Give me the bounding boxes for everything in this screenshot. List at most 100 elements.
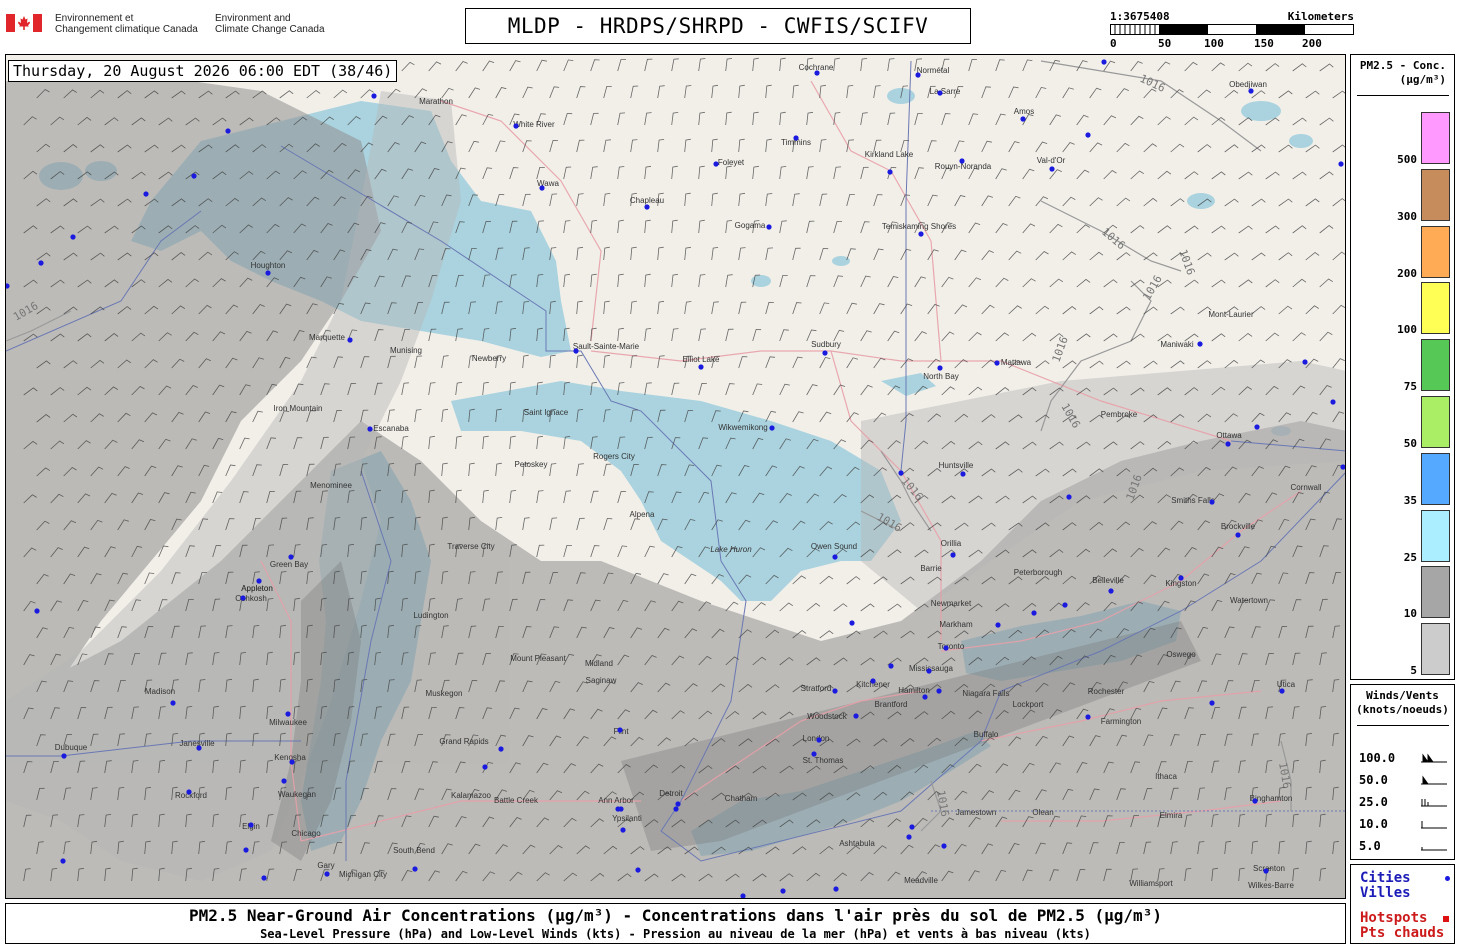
city-dot[interactable] [513, 123, 519, 129]
city-dot[interactable] [265, 270, 271, 276]
city-dot[interactable] [1101, 59, 1107, 65]
city-dot[interactable] [740, 893, 746, 898]
city-dot[interactable] [186, 789, 192, 795]
city-dot[interactable] [1178, 575, 1184, 581]
city-dot[interactable] [1020, 116, 1026, 122]
city-dot[interactable] [60, 858, 66, 864]
city-dot[interactable] [888, 663, 894, 669]
city-dot[interactable] [573, 348, 579, 354]
city-dot[interactable] [498, 746, 504, 752]
city-dot[interactable] [1302, 359, 1308, 365]
city-dot[interactable] [61, 753, 67, 759]
city-dot[interactable] [196, 745, 202, 751]
city-dot[interactable] [288, 554, 294, 560]
city-dot[interactable] [644, 204, 650, 210]
city-dot[interactable] [1108, 588, 1114, 594]
city-dot[interactable] [811, 751, 817, 757]
city-dot[interactable] [960, 471, 966, 477]
city-dot[interactable] [915, 72, 921, 78]
city-dot[interactable] [941, 843, 947, 849]
city-dot[interactable] [620, 827, 626, 833]
city-dot[interactable] [936, 688, 942, 694]
city-dot[interactable] [1209, 700, 1215, 706]
city-dot[interactable] [870, 678, 876, 684]
city-dot[interactable] [539, 185, 545, 191]
city-dot[interactable] [793, 135, 799, 141]
city-dot[interactable] [833, 886, 839, 892]
city-dot[interactable] [1225, 441, 1231, 447]
city-dot[interactable] [926, 668, 932, 674]
city-dot[interactable] [1066, 494, 1072, 500]
city-dot[interactable] [959, 158, 965, 164]
city-dot[interactable] [814, 70, 820, 76]
city-dot[interactable] [1085, 714, 1091, 720]
city-dot[interactable] [1330, 399, 1336, 405]
city-dot[interactable] [1049, 166, 1055, 172]
city-dot[interactable] [635, 867, 641, 873]
city-dot[interactable] [324, 871, 330, 877]
city-dot[interactable] [937, 90, 943, 96]
city-dot[interactable] [1263, 868, 1269, 874]
city-dot[interactable] [170, 700, 176, 706]
city-dot[interactable] [832, 554, 838, 560]
city-dot[interactable] [1062, 602, 1068, 608]
city-dot[interactable] [617, 727, 623, 733]
city-dot[interactable] [766, 224, 772, 230]
city-dot[interactable] [887, 169, 893, 175]
city-dot[interactable] [38, 260, 44, 266]
city-dot[interactable] [347, 337, 353, 343]
city-dot[interactable] [70, 234, 76, 240]
city-dot[interactable] [1085, 132, 1091, 138]
city-dot[interactable] [918, 231, 924, 237]
city-dot[interactable] [240, 595, 246, 601]
city-dot[interactable] [1197, 341, 1203, 347]
city-dot[interactable] [943, 645, 949, 651]
city-dot[interactable] [1340, 464, 1345, 470]
city-dot[interactable] [1252, 798, 1258, 804]
city-dot[interactable] [909, 824, 915, 830]
city-dot[interactable] [261, 875, 267, 881]
city-dot[interactable] [937, 365, 943, 371]
city-dot[interactable] [191, 173, 197, 179]
city-dot[interactable] [995, 622, 1001, 628]
city-dot[interactable] [256, 578, 262, 584]
city-dot[interactable] [713, 161, 719, 167]
city-dot[interactable] [1338, 161, 1344, 167]
city-dot[interactable] [1031, 610, 1037, 616]
city-dot[interactable] [243, 847, 249, 853]
city-dot[interactable] [225, 128, 231, 134]
city-dot[interactable] [675, 801, 681, 807]
city-dot[interactable] [922, 694, 928, 700]
city-dot[interactable] [615, 806, 621, 812]
city-dot[interactable] [822, 350, 828, 356]
city-dot[interactable] [698, 364, 704, 370]
city-dot[interactable] [898, 470, 904, 476]
map-canvas[interactable]: 1016 1016 1016 1016 1016 1016 1016 1016 … [5, 54, 1346, 899]
city-dot[interactable] [816, 737, 822, 743]
city-dot[interactable] [849, 620, 855, 626]
city-dot[interactable] [371, 93, 377, 99]
city-dot[interactable] [950, 552, 956, 558]
city-dot[interactable] [853, 713, 859, 719]
city-dot[interactable] [769, 425, 775, 431]
city-dot[interactable] [143, 191, 149, 197]
city-dot[interactable] [1254, 424, 1260, 430]
city-dot[interactable] [906, 834, 912, 840]
city-dot[interactable] [673, 806, 679, 812]
city-dot[interactable] [248, 822, 254, 828]
city-dot[interactable] [1248, 88, 1254, 94]
city-dot[interactable] [367, 426, 373, 432]
city-dot[interactable] [1209, 499, 1215, 505]
city-dot[interactable] [482, 764, 488, 770]
city-dot[interactable] [832, 688, 838, 694]
city-dot[interactable] [34, 608, 40, 614]
city-dot[interactable] [1279, 688, 1285, 694]
city-dot[interactable] [285, 711, 291, 717]
city-dot[interactable] [1235, 532, 1241, 538]
city-dot[interactable] [994, 360, 1000, 366]
map-svg[interactable]: 1016 1016 1016 1016 1016 1016 1016 1016 … [6, 55, 1346, 899]
city-dot[interactable] [780, 888, 786, 894]
city-dot[interactable] [281, 778, 287, 784]
city-dot[interactable] [412, 866, 418, 872]
city-dot[interactable] [289, 759, 295, 765]
